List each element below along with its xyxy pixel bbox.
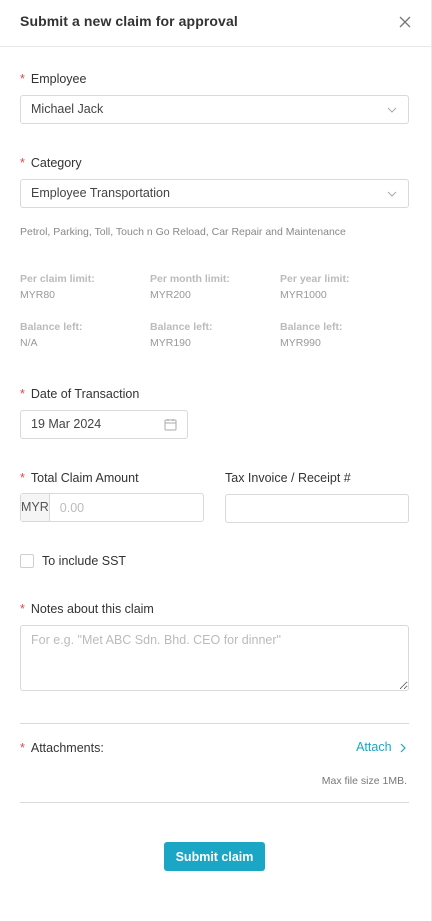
amount-label: * Total Claim Amount (20, 471, 139, 485)
limit-value: MYR1000 (280, 289, 327, 301)
amount-field: MYR (20, 493, 231, 522)
notes-label: * Notes about this claim (20, 602, 154, 616)
calendar-icon (164, 419, 177, 431)
notes-textarea[interactable] (20, 625, 409, 691)
limit-value: MYR200 (150, 289, 191, 301)
employee-label: * Employee (20, 72, 87, 86)
receipt-label: Tax Invoice / Receipt # (225, 471, 351, 485)
employee-value: Michael Jack (31, 102, 104, 116)
chevron-right-icon (400, 743, 406, 753)
category-hint: Petrol, Parking, Toll, Touch n Go Reload… (20, 226, 346, 238)
modal-title: Submit a new claim for approval (20, 13, 238, 29)
limit-heading: Per year limit: (280, 273, 350, 285)
amount-input[interactable] (49, 494, 231, 521)
modal-header: Submit a new claim for approval (0, 0, 432, 47)
attachments-label: * Attachments: (20, 741, 104, 755)
balance-heading: Balance left: (280, 321, 343, 333)
sst-label: To include SST (42, 554, 127, 568)
chevron-down-icon (387, 107, 397, 113)
sst-checkbox[interactable] (20, 554, 34, 568)
submit-claim-button[interactable]: Submit claim (164, 842, 265, 871)
currency-prefix: MYR (21, 494, 50, 521)
balance-heading: Balance left: (20, 321, 83, 333)
limit-value: MYR80 (20, 289, 56, 301)
divider (20, 723, 409, 724)
limit-heading: Per month limit: (150, 273, 230, 285)
balance-value: MYR990 (280, 337, 321, 349)
date-label: * Date of Transaction (20, 387, 140, 401)
balance-value: MYR190 (150, 337, 191, 349)
date-value: 19 Mar 2024 (31, 417, 102, 431)
balance-value: N/A (20, 337, 38, 349)
required-mark: * (20, 72, 25, 86)
date-picker[interactable]: 19 Mar 2024 (20, 410, 188, 439)
receipt-input[interactable] (225, 494, 409, 523)
claim-modal: Submit a new claim for approval * Employe… (0, 0, 432, 921)
category-value: Employee Transportation (31, 186, 170, 200)
balance-heading: Balance left: (150, 321, 213, 333)
employee-select[interactable]: Michael Jack (20, 95, 409, 124)
close-icon[interactable] (398, 15, 412, 29)
attach-link[interactable]: Attach (356, 740, 407, 754)
category-label: * Category (20, 156, 82, 170)
max-file-size: Max file size 1MB. (321, 775, 407, 787)
divider (20, 802, 409, 803)
limit-heading: Per claim limit: (20, 273, 95, 285)
category-select[interactable]: Employee Transportation (20, 179, 409, 208)
chevron-down-icon (387, 191, 397, 197)
